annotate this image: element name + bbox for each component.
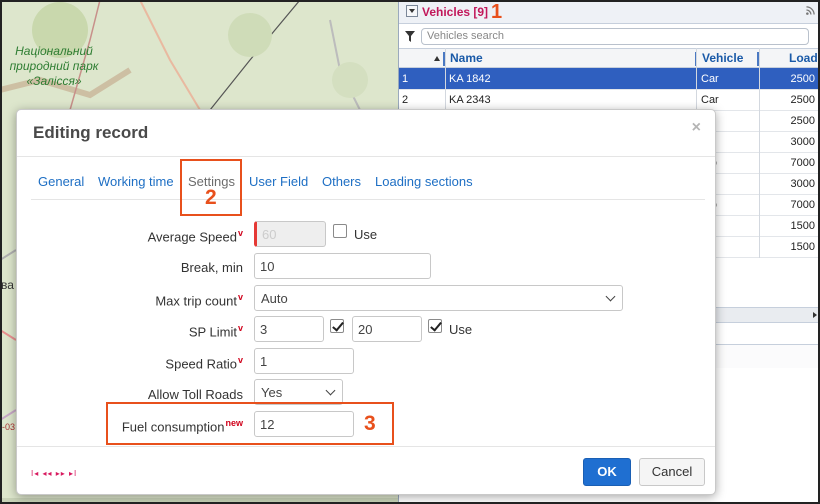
allow-toll-roads-label: Allow Toll Roads: [148, 387, 243, 402]
annotation-box-fuel: [106, 402, 394, 445]
sort-asc-icon[interactable]: [434, 56, 440, 61]
vehicle-type: Car: [701, 73, 719, 85]
speed-ratio-label: Speed Ratiov: [165, 355, 243, 371]
vehicle-load: 2500: [790, 73, 815, 85]
search-row: Vehicles search: [399, 27, 820, 48]
sp-limit-use-label: Use: [449, 322, 473, 337]
vehicle-load: 7000: [790, 157, 815, 169]
filter-icon[interactable]: [405, 31, 415, 42]
vehicles-title: Vehicles [9]: [422, 5, 489, 19]
required-marker: v: [237, 228, 243, 238]
grid-divider: [759, 48, 760, 258]
column-load[interactable]: Load: [789, 51, 818, 65]
park-label: Національний природний парк «Залісся»: [9, 44, 99, 88]
label-text: SP Limit: [188, 324, 237, 340]
label-text: Allow Toll Roads: [147, 387, 243, 402]
label-text: Average Speed: [147, 229, 237, 245]
average-speed-label: Average Speedv: [148, 228, 243, 244]
divider: [17, 156, 715, 157]
sp-limit-input-2[interactable]: 20: [352, 316, 422, 342]
average-speed-use-label: Use: [354, 227, 378, 242]
map-fragment-2: -03: [2, 422, 16, 432]
vehicle-type: Car: [701, 94, 719, 106]
vehicles-header: Vehicles [9] 1: [399, 0, 820, 24]
break-label: Break, min: [181, 260, 243, 275]
max-trip-count-label: Max trip countv: [155, 292, 243, 308]
select-value: Yes: [261, 385, 283, 400]
vehicle-load: 3000: [790, 178, 815, 190]
tab-general[interactable]: General: [38, 174, 84, 189]
record-pager[interactable]: I◂ ◂◂ ▸▸ ▸I: [31, 469, 77, 478]
vehicle-load: 1500: [790, 220, 815, 232]
column-name[interactable]: Name: [450, 51, 483, 65]
required-marker: v: [237, 292, 243, 302]
grid-header: Name Vehicle Load: [399, 48, 820, 68]
annotation-1: 1: [491, 1, 503, 23]
required-marker: v: [237, 323, 243, 333]
label-text: Speed Ratio: [165, 356, 237, 372]
table-row[interactable]: 1 KA 1842 Car 2500: [399, 68, 820, 90]
label-text: Break, min: [180, 260, 243, 275]
vehicle-name: KA 2343: [449, 94, 491, 106]
vehicle-load: 3000: [790, 136, 815, 148]
sp-limit-checkbox-2[interactable]: [428, 319, 442, 333]
break-input[interactable]: 10: [254, 253, 431, 279]
tabs-divider: [31, 199, 705, 200]
vehicle-load: 1500: [790, 241, 815, 253]
sp-limit-checkbox-1[interactable]: [330, 319, 344, 333]
tab-loading-sections[interactable]: Loading sections: [375, 174, 473, 189]
vehicles-search-input[interactable]: Vehicles search: [421, 28, 809, 45]
row-number: 2: [402, 94, 409, 106]
vehicle-name: KA 1842: [449, 73, 491, 85]
speed-ratio-input[interactable]: 1: [254, 348, 354, 374]
ok-button[interactable]: OK: [583, 458, 631, 486]
required-marker: v: [237, 355, 243, 365]
annotation-3: 3: [364, 412, 376, 435]
footer-divider: [17, 446, 715, 447]
close-icon[interactable]: ×: [692, 119, 701, 137]
annotation-2: 2: [205, 186, 217, 209]
average-speed-input[interactable]: 60: [254, 221, 326, 247]
sp-limit-input-1[interactable]: 3: [254, 316, 324, 342]
row-number: 1: [402, 73, 409, 85]
max-trip-count-select[interactable]: Auto: [254, 285, 623, 311]
label-text: Max trip count: [155, 293, 237, 309]
cancel-button[interactable]: Cancel: [639, 458, 705, 486]
tab-user-field[interactable]: User Field: [249, 174, 308, 189]
chevron-down-icon: [605, 291, 616, 302]
column-vehicle[interactable]: Vehicle: [702, 51, 743, 65]
chevron-down-icon: [325, 385, 336, 396]
vehicle-load: 7000: [790, 199, 815, 211]
rss-icon[interactable]: [806, 6, 815, 15]
sp-limit-label: SP Limitv: [189, 323, 243, 339]
average-speed-use-checkbox[interactable]: [333, 224, 347, 238]
tab-working-time[interactable]: Working time: [98, 174, 174, 189]
map-fragment-1: ва: [1, 278, 14, 292]
vehicle-load: 2500: [790, 115, 815, 127]
tab-others[interactable]: Others: [322, 174, 361, 189]
vehicle-load: 2500: [790, 94, 815, 106]
select-value: Auto: [261, 291, 288, 306]
dialog-title: Editing record: [33, 123, 149, 142]
collapse-button[interactable]: [406, 5, 418, 17]
table-row[interactable]: 2 KA 2343 Car 2500: [399, 89, 820, 111]
